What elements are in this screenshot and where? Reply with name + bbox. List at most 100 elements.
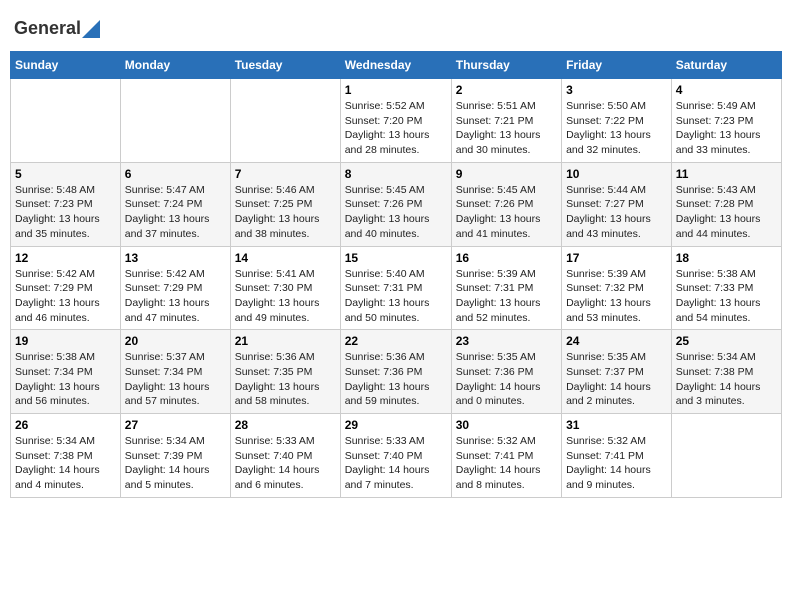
day-info: Sunrise: 5:37 AM Sunset: 7:34 PM Dayligh…	[125, 350, 226, 409]
calendar-cell: 6 Sunrise: 5:47 AM Sunset: 7:24 PM Daylig…	[120, 162, 230, 246]
day-number: 9	[456, 167, 557, 181]
day-info: Sunrise: 5:36 AM Sunset: 7:35 PM Dayligh…	[235, 350, 336, 409]
day-info: Sunrise: 5:44 AM Sunset: 7:27 PM Dayligh…	[566, 183, 667, 242]
calendar-cell: 23 Sunrise: 5:35 AM Sunset: 7:36 PM Dayli…	[451, 330, 561, 414]
day-info: Sunrise: 5:32 AM Sunset: 7:41 PM Dayligh…	[566, 434, 667, 493]
calendar-cell: 18 Sunrise: 5:38 AM Sunset: 7:33 PM Dayli…	[671, 246, 781, 330]
day-info: Sunrise: 5:43 AM Sunset: 7:28 PM Dayligh…	[676, 183, 777, 242]
day-number: 26	[15, 418, 116, 432]
day-number: 23	[456, 334, 557, 348]
calendar-cell: 15 Sunrise: 5:40 AM Sunset: 7:31 PM Dayli…	[340, 246, 451, 330]
day-number: 27	[125, 418, 226, 432]
day-number: 24	[566, 334, 667, 348]
day-info: Sunrise: 5:41 AM Sunset: 7:30 PM Dayligh…	[235, 267, 336, 326]
day-number: 30	[456, 418, 557, 432]
calendar-cell: 28 Sunrise: 5:33 AM Sunset: 7:40 PM Dayli…	[230, 414, 340, 498]
calendar-cell: 11 Sunrise: 5:43 AM Sunset: 7:28 PM Dayli…	[671, 162, 781, 246]
day-number: 19	[15, 334, 116, 348]
calendar-cell: 16 Sunrise: 5:39 AM Sunset: 7:31 PM Dayli…	[451, 246, 561, 330]
calendar-cell: 26Sunrise: 5:34 AM Sunset: 7:38 PM Dayli…	[11, 414, 121, 498]
calendar-cell: 1 Sunrise: 5:52 AM Sunset: 7:20 PM Daylig…	[340, 79, 451, 163]
day-number: 17	[566, 251, 667, 265]
day-number: 7	[235, 167, 336, 181]
day-header: Wednesday	[340, 52, 451, 79]
logo-general: General	[14, 18, 81, 39]
calendar-cell: 30 Sunrise: 5:32 AM Sunset: 7:41 PM Dayli…	[451, 414, 561, 498]
day-header: Sunday	[11, 52, 121, 79]
calendar-cell: 19 Sunrise: 5:38 AM Sunset: 7:34 PM Dayli…	[11, 330, 121, 414]
calendar-cell: 13Sunrise: 5:42 AM Sunset: 7:29 PM Dayli…	[120, 246, 230, 330]
day-number: 3	[566, 83, 667, 97]
day-info: Sunrise: 5:52 AM Sunset: 7:20 PM Dayligh…	[345, 99, 447, 158]
calendar-cell: 29 Sunrise: 5:33 AM Sunset: 7:40 PM Dayli…	[340, 414, 451, 498]
day-info: Sunrise: 5:46 AM Sunset: 7:25 PM Dayligh…	[235, 183, 336, 242]
day-info: Sunrise: 5:34 AM Sunset: 7:38 PM Dayligh…	[676, 350, 777, 409]
calendar-cell	[11, 79, 121, 163]
day-number: 13	[125, 251, 226, 265]
logo: General	[14, 18, 101, 35]
day-header: Saturday	[671, 52, 781, 79]
day-info: Sunrise: 5:50 AM Sunset: 7:22 PM Dayligh…	[566, 99, 667, 158]
calendar-cell	[671, 414, 781, 498]
day-info: Sunrise: 5:40 AM Sunset: 7:31 PM Dayligh…	[345, 267, 447, 326]
day-number: 10	[566, 167, 667, 181]
day-info: Sunrise: 5:35 AM Sunset: 7:36 PM Dayligh…	[456, 350, 557, 409]
day-info: Sunrise: 5:33 AM Sunset: 7:40 PM Dayligh…	[235, 434, 336, 493]
day-number: 1	[345, 83, 447, 97]
day-info: Sunrise: 5:39 AM Sunset: 7:31 PM Dayligh…	[456, 267, 557, 326]
calendar-cell: 31Sunrise: 5:32 AM Sunset: 7:41 PM Dayli…	[562, 414, 672, 498]
calendar-cell: 10 Sunrise: 5:44 AM Sunset: 7:27 PM Dayli…	[562, 162, 672, 246]
day-info: Sunrise: 5:38 AM Sunset: 7:33 PM Dayligh…	[676, 267, 777, 326]
calendar-cell: 3 Sunrise: 5:50 AM Sunset: 7:22 PM Daylig…	[562, 79, 672, 163]
day-number: 12	[15, 251, 116, 265]
calendar-cell: 20 Sunrise: 5:37 AM Sunset: 7:34 PM Dayli…	[120, 330, 230, 414]
calendar-cell: 7 Sunrise: 5:46 AM Sunset: 7:25 PM Daylig…	[230, 162, 340, 246]
calendar-cell: 27Sunrise: 5:34 AM Sunset: 7:39 PM Dayli…	[120, 414, 230, 498]
calendar-cell: 4 Sunrise: 5:49 AM Sunset: 7:23 PM Daylig…	[671, 79, 781, 163]
day-number: 5	[15, 167, 116, 181]
calendar-cell: 24 Sunrise: 5:35 AM Sunset: 7:37 PM Dayli…	[562, 330, 672, 414]
day-info: Sunrise: 5:45 AM Sunset: 7:26 PM Dayligh…	[345, 183, 447, 242]
day-header: Thursday	[451, 52, 561, 79]
day-number: 20	[125, 334, 226, 348]
day-number: 4	[676, 83, 777, 97]
day-header: Friday	[562, 52, 672, 79]
day-info: Sunrise: 5:49 AM Sunset: 7:23 PM Dayligh…	[676, 99, 777, 158]
day-info: Sunrise: 5:38 AM Sunset: 7:34 PM Dayligh…	[15, 350, 116, 409]
calendar-cell: 14 Sunrise: 5:41 AM Sunset: 7:30 PM Dayli…	[230, 246, 340, 330]
page-header: General	[10, 10, 782, 43]
day-info: Sunrise: 5:36 AM Sunset: 7:36 PM Dayligh…	[345, 350, 447, 409]
calendar-cell: 17Sunrise: 5:39 AM Sunset: 7:32 PM Dayli…	[562, 246, 672, 330]
day-info: Sunrise: 5:45 AM Sunset: 7:26 PM Dayligh…	[456, 183, 557, 242]
day-number: 6	[125, 167, 226, 181]
calendar-cell: 21 Sunrise: 5:36 AM Sunset: 7:35 PM Dayli…	[230, 330, 340, 414]
day-number: 28	[235, 418, 336, 432]
day-info: Sunrise: 5:33 AM Sunset: 7:40 PM Dayligh…	[345, 434, 447, 493]
day-number: 16	[456, 251, 557, 265]
day-info: Sunrise: 5:32 AM Sunset: 7:41 PM Dayligh…	[456, 434, 557, 493]
day-header: Tuesday	[230, 52, 340, 79]
day-number: 14	[235, 251, 336, 265]
calendar-cell: 2 Sunrise: 5:51 AM Sunset: 7:21 PM Daylig…	[451, 79, 561, 163]
day-info: Sunrise: 5:35 AM Sunset: 7:37 PM Dayligh…	[566, 350, 667, 409]
day-info: Sunrise: 5:51 AM Sunset: 7:21 PM Dayligh…	[456, 99, 557, 158]
calendar-cell: 25 Sunrise: 5:34 AM Sunset: 7:38 PM Dayli…	[671, 330, 781, 414]
day-number: 22	[345, 334, 447, 348]
day-number: 18	[676, 251, 777, 265]
day-number: 29	[345, 418, 447, 432]
day-info: Sunrise: 5:42 AM Sunset: 7:29 PM Dayligh…	[15, 267, 116, 326]
day-number: 11	[676, 167, 777, 181]
day-number: 25	[676, 334, 777, 348]
day-number: 2	[456, 83, 557, 97]
day-number: 8	[345, 167, 447, 181]
day-info: Sunrise: 5:47 AM Sunset: 7:24 PM Dayligh…	[125, 183, 226, 242]
logo-triangle-icon	[82, 20, 100, 38]
calendar-cell: 22 Sunrise: 5:36 AM Sunset: 7:36 PM Dayli…	[340, 330, 451, 414]
day-number: 21	[235, 334, 336, 348]
day-header: Monday	[120, 52, 230, 79]
calendar-cell	[230, 79, 340, 163]
day-number: 15	[345, 251, 447, 265]
calendar-cell: 12 Sunrise: 5:42 AM Sunset: 7:29 PM Dayli…	[11, 246, 121, 330]
calendar-cell: 8 Sunrise: 5:45 AM Sunset: 7:26 PM Daylig…	[340, 162, 451, 246]
day-info: Sunrise: 5:48 AM Sunset: 7:23 PM Dayligh…	[15, 183, 116, 242]
